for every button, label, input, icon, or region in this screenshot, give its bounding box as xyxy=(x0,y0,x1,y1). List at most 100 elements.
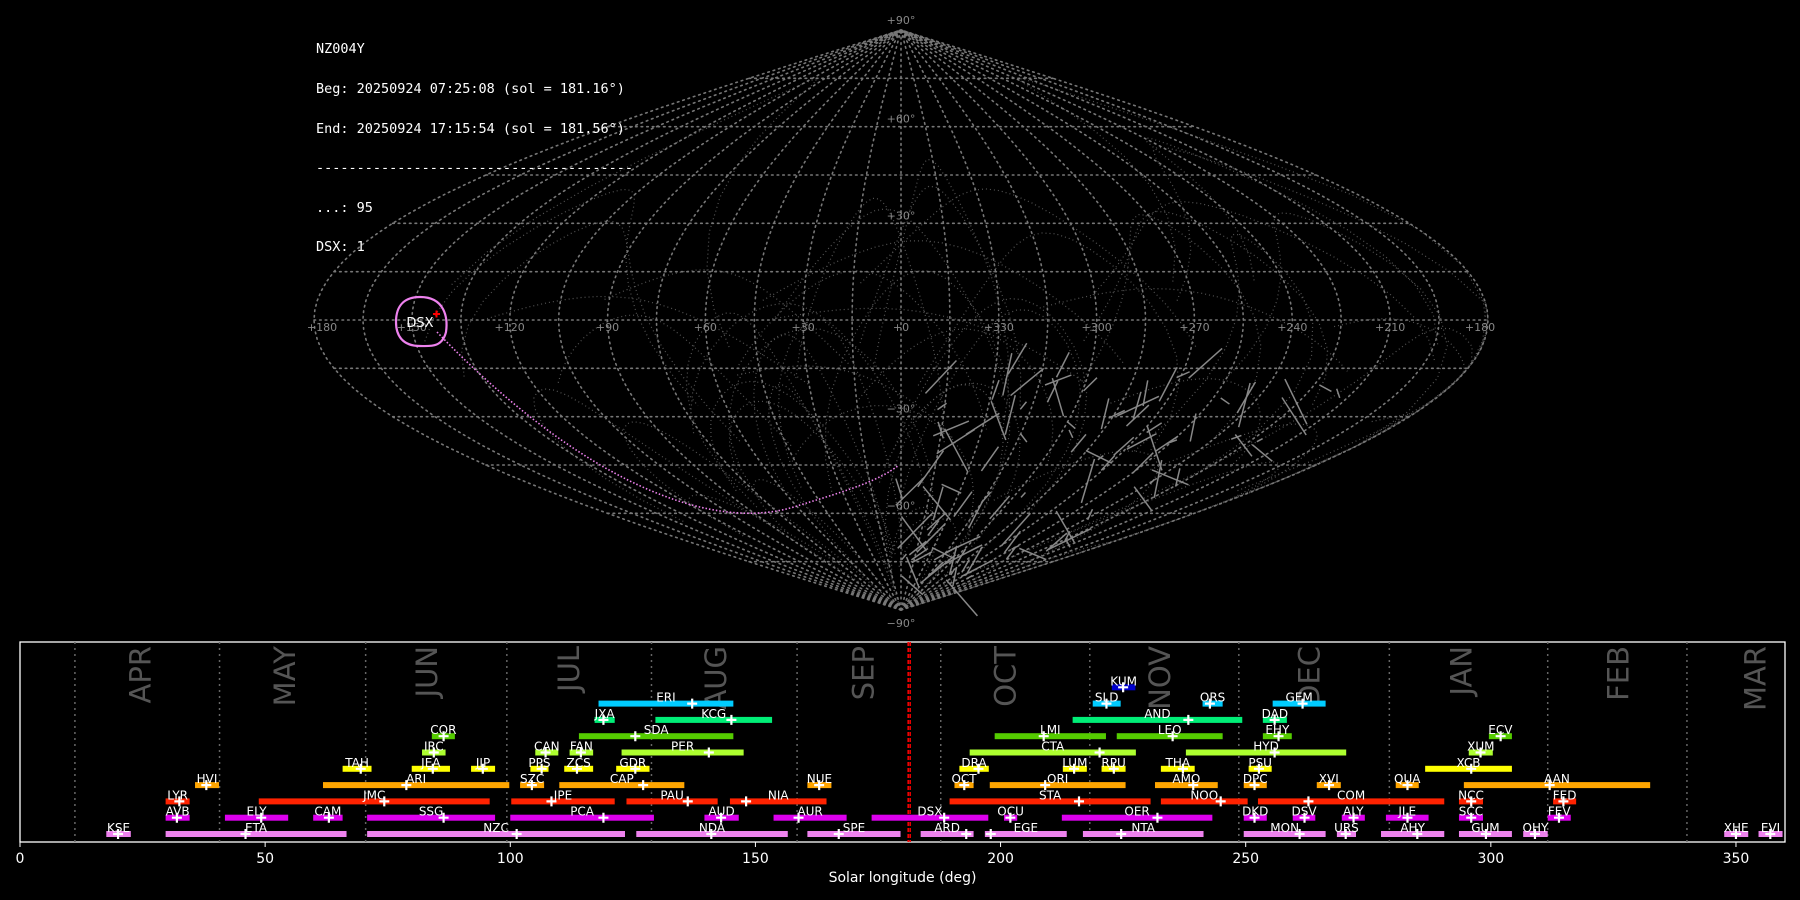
shower-bar-ssg xyxy=(367,814,496,821)
shower-peak-marker xyxy=(575,747,586,758)
shower-label: ELY xyxy=(247,805,268,819)
shower-label: DSX xyxy=(917,805,942,819)
meteor-streak xyxy=(1100,454,1116,471)
shower-label: NOO xyxy=(1190,788,1218,802)
dsx-count: DSX: 1 xyxy=(316,239,365,256)
shower-peak-marker xyxy=(1038,731,1049,742)
shower-label: EVI xyxy=(1761,821,1780,835)
shower-label: XHE xyxy=(1724,821,1749,835)
shower-label: JMC xyxy=(362,788,385,802)
shower-label: XUM xyxy=(1467,740,1494,754)
shower-label: KCG xyxy=(701,707,726,721)
shower-peak-marker xyxy=(598,714,609,725)
shower-bar-urs xyxy=(1336,831,1357,837)
shower-peak-marker xyxy=(1294,829,1305,839)
shower-label: IRC xyxy=(424,740,444,754)
shower-label: TAH xyxy=(344,756,369,770)
meteor-streak xyxy=(901,553,908,561)
shower-peak-marker xyxy=(1340,829,1351,839)
shower-bar-rpu xyxy=(1101,765,1126,772)
shower-bar-ari xyxy=(322,782,510,789)
shower-bar-noo xyxy=(1160,798,1248,805)
shower-label: OCT xyxy=(951,772,977,786)
shower-label: CAP xyxy=(610,772,634,786)
meteor-streak xyxy=(917,450,945,488)
meteor-streak xyxy=(924,360,957,394)
shower-label: DPC xyxy=(1243,772,1268,786)
shower-bar-cor xyxy=(431,733,455,740)
shower-label: OER xyxy=(1124,805,1149,819)
shower-bar-dsv xyxy=(1292,814,1316,821)
shower-peak-marker xyxy=(1094,747,1105,758)
longitude-label: +30 xyxy=(792,321,815,334)
shower-peak-marker xyxy=(1765,829,1776,839)
shower-bar-amo xyxy=(1154,782,1218,789)
shower-peak-marker xyxy=(113,829,124,839)
shower-peak-marker xyxy=(1269,747,1280,758)
shower-label: URS xyxy=(1334,821,1359,835)
shower-peak-marker xyxy=(741,796,752,807)
trail-arc xyxy=(762,240,1126,366)
month-label: FEB xyxy=(1601,646,1635,701)
shower-label: OCU xyxy=(997,805,1024,819)
shower-bar-dsx xyxy=(871,814,989,821)
dsx-trail-path xyxy=(436,331,900,514)
shower-label: NTA xyxy=(1131,821,1155,835)
shower-bar-cam xyxy=(313,814,343,821)
shower-bar-pps xyxy=(530,765,549,772)
longitude-label: +0 xyxy=(893,321,909,334)
shower-peak-marker xyxy=(1412,829,1423,839)
shower-bar-ors xyxy=(1202,700,1223,707)
shower-peak-marker xyxy=(1466,812,1477,823)
shower-bar-nta xyxy=(1082,831,1204,837)
shower-bar-spe xyxy=(807,831,901,837)
longitude-label: +300 xyxy=(1082,321,1112,334)
shower-bar-hvi xyxy=(195,782,220,789)
longitude-label: +180 xyxy=(307,321,337,334)
begin-time: Beg: 20250924 07:25:08 (sol = 181.16°) xyxy=(316,81,625,97)
shower-label: FEV xyxy=(1548,805,1571,819)
observation-header: NZ004Y Beg: 20250924 07:25:08 (sol = 181… xyxy=(316,17,633,268)
shower-bar-eri xyxy=(598,700,734,707)
shower-peak-marker xyxy=(1299,812,1310,823)
shower-bar-nzc xyxy=(367,831,626,837)
longitude-label: +270 xyxy=(1179,321,1209,334)
shower-peak-marker xyxy=(716,812,727,823)
shower-label: JLE xyxy=(1397,805,1416,819)
shower-peak-marker xyxy=(438,812,449,823)
trail-arc xyxy=(728,400,892,556)
shower-label: JEA xyxy=(420,756,441,770)
meteor-streak xyxy=(1256,438,1263,443)
shower-peak-marker xyxy=(1249,780,1260,791)
shower-label: NCC xyxy=(1458,788,1484,802)
meteor-streak xyxy=(941,483,962,494)
shower-label: NZC xyxy=(483,821,509,835)
shower-bar-irc xyxy=(422,749,446,756)
shower-bar-ncc xyxy=(1458,798,1483,805)
shower-label: PPS xyxy=(528,756,550,770)
x-tick-label: 200 xyxy=(987,851,1014,867)
trail-arc xyxy=(1110,378,1261,469)
shower-bar-xum xyxy=(1468,749,1493,756)
meteor-streak xyxy=(1066,421,1076,430)
shower-bar-szc xyxy=(520,782,545,789)
shower-bar-lyr xyxy=(165,798,190,805)
shower-bar-sta xyxy=(949,798,1151,805)
shower-bar-nda xyxy=(636,831,788,837)
meteor-streak xyxy=(1070,433,1087,453)
shower-bar-kcg xyxy=(655,716,773,723)
shower-label: FED xyxy=(1553,788,1577,802)
station-id: NZ004Y xyxy=(316,41,365,58)
shower-bar-gum xyxy=(1458,831,1512,837)
shower-label: JIP xyxy=(475,756,490,770)
meteor-streak xyxy=(1085,449,1113,464)
shower-peak-marker xyxy=(1249,812,1260,823)
shower-peak-marker xyxy=(630,731,641,742)
shower-bar-jea xyxy=(411,765,450,772)
sky-map: +180 +150 +120 +90 +60 +30 +0 +330 +300 +270 +240 +… xyxy=(307,14,1495,630)
radiant-marker-icon xyxy=(433,310,440,318)
shower-peak-marker xyxy=(959,780,970,791)
trail-arc xyxy=(1089,200,1436,363)
shower-label: ARD xyxy=(934,821,960,835)
shower-bar-kum xyxy=(1111,684,1136,691)
